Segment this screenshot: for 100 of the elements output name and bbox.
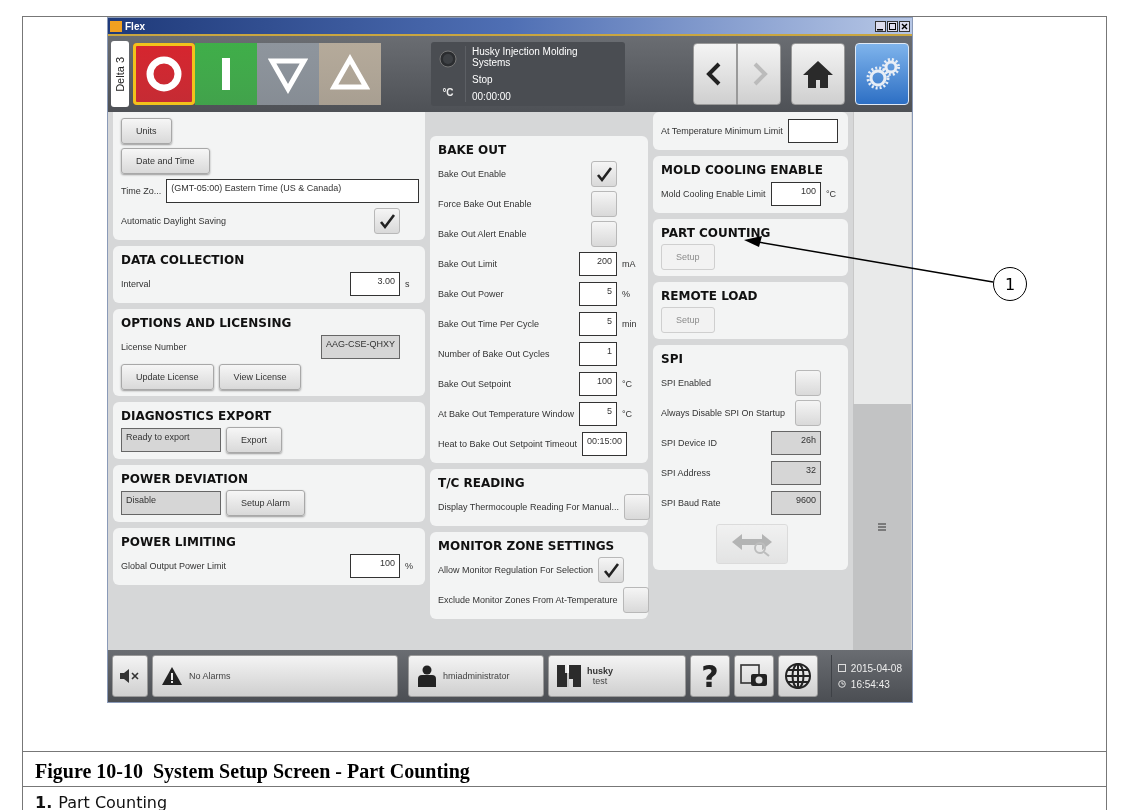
- number-field[interactable]: 1: [579, 342, 617, 366]
- cycle-time: 00:00:00: [472, 91, 512, 102]
- checkbox[interactable]: [591, 191, 617, 217]
- brand-button[interactable]: husky test: [548, 655, 686, 697]
- number-field[interactable]: 200: [579, 252, 617, 276]
- home-button[interactable]: [791, 43, 845, 105]
- alarms-button[interactable]: No Alarms: [152, 655, 398, 697]
- setting-label: Always Disable SPI On Startup: [661, 408, 787, 418]
- action-button[interactable]: Export: [226, 427, 282, 453]
- disabled-button: Setup: [661, 244, 715, 270]
- section-title: REMOTE LOAD: [661, 289, 759, 303]
- muted-speaker-icon: [119, 669, 141, 683]
- setting-label: License Number: [121, 342, 188, 352]
- section-title: POWER LIMITING: [121, 535, 237, 549]
- checkbox[interactable]: [622, 587, 649, 613]
- maximize-icon[interactable]: [887, 20, 898, 32]
- settings-button[interactable]: [855, 43, 909, 105]
- legend-number: 1.: [35, 793, 53, 810]
- warning-icon: [161, 666, 183, 686]
- unit-label: s: [405, 279, 411, 289]
- setting-label: Force Bake Out Enable: [438, 199, 533, 209]
- number-field[interactable]: 100: [579, 372, 617, 396]
- action-button[interactable]: Units: [121, 118, 172, 144]
- back-button[interactable]: [693, 43, 737, 105]
- section-title: MOLD COOLING ENABLE: [661, 163, 824, 177]
- close-icon[interactable]: [899, 20, 910, 32]
- section-title: PART COUNTING: [661, 226, 772, 240]
- unit-label: °C: [826, 189, 838, 199]
- unit-label: °C: [622, 409, 634, 419]
- number-field[interactable]: 100: [771, 182, 821, 206]
- checkbox[interactable]: [795, 370, 821, 396]
- mute-button[interactable]: [112, 655, 148, 697]
- user-button[interactable]: hmiadministrator: [408, 655, 544, 697]
- unit-label: min: [622, 319, 638, 329]
- setting-label: Bake Out Limit: [438, 259, 499, 269]
- section-title: OPTIONS AND LICENSING: [121, 316, 293, 330]
- setting-label: Automatic Daylight Saving: [121, 216, 228, 226]
- setting-label: Bake Out Setpoint: [438, 379, 513, 389]
- down-button[interactable]: [257, 43, 319, 105]
- husky-logo-icon: [557, 665, 581, 687]
- time-text: 16:54:43: [850, 678, 891, 690]
- checkbox[interactable]: [795, 400, 821, 426]
- clock-icon: [837, 680, 846, 688]
- setting-label: Display Thermocouple Reading For Manual...: [438, 502, 619, 512]
- stop-button[interactable]: [133, 43, 195, 105]
- action-button[interactable]: Update License: [121, 364, 214, 390]
- number-field[interactable]: 100: [350, 554, 400, 578]
- status-field: Disable: [121, 491, 221, 515]
- number-field[interactable]: 5: [579, 312, 617, 336]
- setting-label: Interval: [121, 279, 152, 289]
- status-field: Ready to export: [121, 428, 221, 452]
- up-button[interactable]: [319, 43, 381, 105]
- number-field[interactable]: [787, 119, 838, 143]
- readonly-field: AAG-CSE-QHXY: [321, 335, 400, 359]
- section-title: T/C READING: [438, 476, 526, 490]
- checkbox[interactable]: [374, 208, 400, 234]
- checkbox[interactable]: [591, 161, 617, 187]
- ring-icon: [144, 54, 184, 94]
- setting-label: Time Zo...: [121, 186, 162, 196]
- setting-label: Bake Out Alert Enable: [438, 229, 528, 239]
- setting-label: SPI Device ID: [661, 438, 719, 448]
- checkbox[interactable]: [591, 221, 617, 247]
- action-button[interactable]: View License: [218, 364, 302, 390]
- indicator-light-icon: [439, 50, 457, 68]
- check-icon: [602, 561, 621, 579]
- callout-number: 1: [993, 267, 1027, 301]
- help-button[interactable]: ?: [690, 655, 730, 697]
- setting-label: Heat to Bake Out Setpoint Timeout: [438, 439, 578, 449]
- user-icon: [417, 665, 437, 687]
- language-button[interactable]: [778, 655, 818, 697]
- text-field[interactable]: (GMT-05:00) Eastern Time (US & Canada): [166, 179, 419, 203]
- start-button[interactable]: [195, 43, 257, 105]
- action-button[interactable]: Setup Alarm: [226, 490, 306, 516]
- action-button[interactable]: Date and Time: [121, 148, 210, 174]
- number-field[interactable]: 3.00: [350, 272, 400, 296]
- readonly-field: 9600: [771, 491, 821, 515]
- checkbox[interactable]: [598, 557, 625, 583]
- figure-caption: Figure 10-10 System Setup Screen - Part Counting: [23, 751, 1106, 786]
- setting-label: Allow Monitor Regulation For Selection: [438, 565, 594, 575]
- minimize-icon[interactable]: [875, 20, 886, 32]
- number-field[interactable]: 5: [579, 402, 617, 426]
- setting-label: Bake Out Power: [438, 289, 505, 299]
- settings-icon: [864, 56, 900, 92]
- section-title: SPI: [661, 352, 684, 366]
- checkbox[interactable]: [623, 494, 650, 520]
- grip-icon[interactable]: [878, 523, 886, 531]
- screenshot-button[interactable]: [734, 655, 774, 697]
- globe-icon: [784, 662, 812, 690]
- date-text: 2015-04-08: [850, 662, 902, 674]
- section-title: DATA COLLECTION: [121, 253, 246, 267]
- temperature-unit: °C: [442, 87, 454, 98]
- station-tab[interactable]: Delta 3: [111, 41, 129, 107]
- app-icon: [110, 20, 122, 32]
- machine-state: Stop: [472, 74, 494, 85]
- bar-icon: [222, 58, 230, 90]
- number-field[interactable]: 5: [579, 282, 617, 306]
- setting-label: SPI Enabled: [661, 378, 713, 388]
- section-title: DIAGNOSTICS EXPORT: [121, 409, 273, 423]
- number-field[interactable]: 00:15:00: [582, 432, 628, 456]
- setting-label: Bake Out Time Per Cycle: [438, 319, 541, 329]
